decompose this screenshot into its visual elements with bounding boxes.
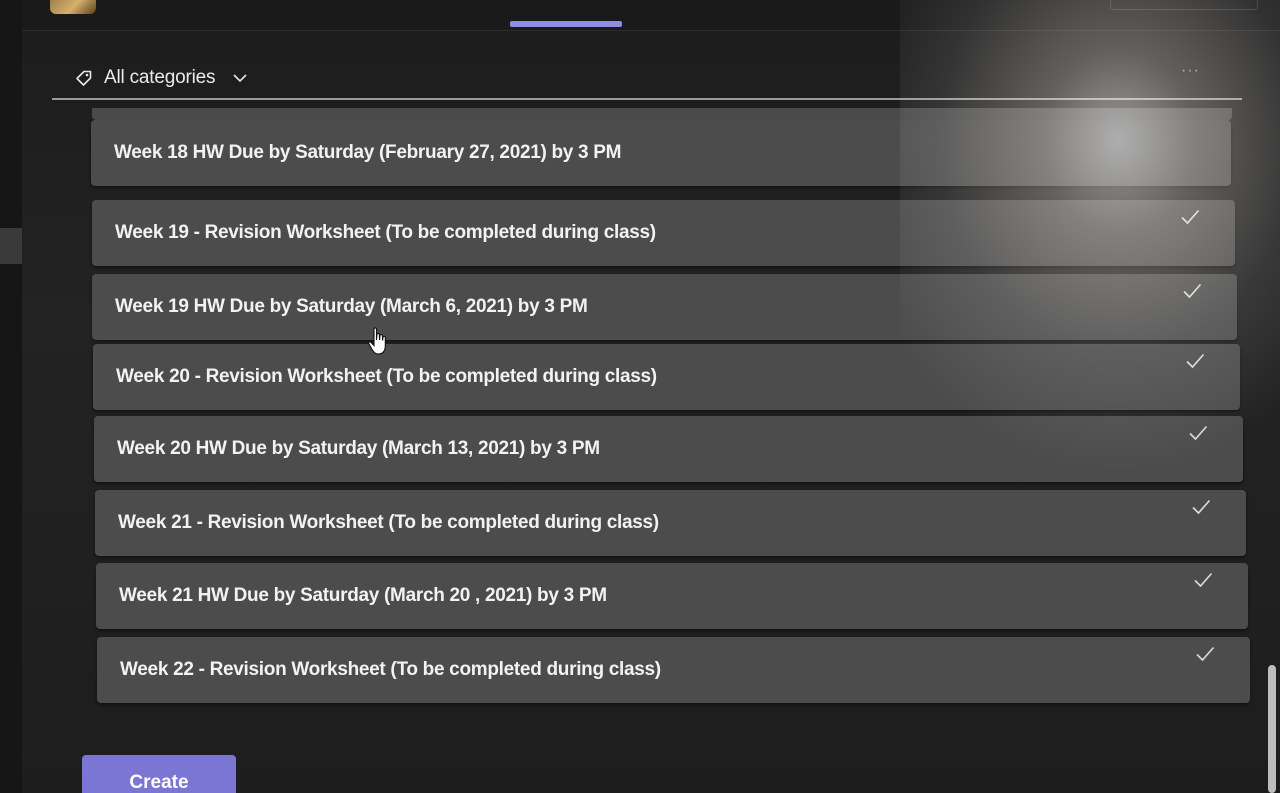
previous-assignment-card-edge (92, 108, 1232, 120)
assignment-card[interactable]: Week 22 - Revision Worksheet (To be comp… (97, 637, 1250, 703)
assignment-card[interactable]: Week 21 - Revision Worksheet (To be comp… (95, 490, 1246, 556)
category-filter-dropdown[interactable]: All categories (104, 67, 215, 89)
checkmark-icon (1192, 499, 1211, 515)
more-options-icon[interactable]: ··· (1181, 62, 1200, 80)
checkmark-icon (1189, 425, 1208, 441)
assignment-card[interactable]: Week 19 - Revision Worksheet (To be comp… (92, 200, 1235, 266)
assignment-title: Week 20 HW Due by Saturday (March 13, 20… (117, 438, 600, 459)
assignment-title: Week 19 - Revision Worksheet (To be comp… (115, 222, 656, 243)
checkmark-icon (1181, 209, 1200, 225)
checkmark-icon (1186, 353, 1205, 369)
avatar[interactable] (50, 0, 96, 14)
checkmark-icon (1183, 283, 1202, 299)
top-right-control[interactable] (1110, 0, 1258, 10)
assignment-card[interactable]: Week 18 HW Due by Saturday (February 27,… (91, 120, 1231, 186)
create-button[interactable]: Create (82, 755, 236, 793)
assignment-title: Week 21 HW Due by Saturday (March 20 , 2… (119, 585, 607, 606)
assignment-card[interactable]: Week 20 - Revision Worksheet (To be comp… (93, 344, 1240, 410)
assignment-card[interactable]: Week 21 HW Due by Saturday (March 20 , 2… (96, 563, 1248, 629)
assignment-title: Week 22 - Revision Worksheet (To be comp… (120, 659, 661, 680)
tag-icon (76, 70, 92, 86)
assignment-title: Week 18 HW Due by Saturday (February 27,… (114, 142, 622, 163)
assignment-list: Week 18 HW Due by Saturday (February 27,… (0, 100, 1280, 720)
checkmark-icon (1194, 572, 1213, 588)
assignment-title: Week 20 - Revision Worksheet (To be comp… (116, 366, 657, 387)
active-tab-indicator (510, 21, 622, 27)
chevron-down-icon[interactable] (232, 70, 248, 86)
assignments-app: All categories ··· Week 18 HW Due by Sat… (0, 0, 1280, 793)
assignment-card[interactable]: Week 19 HW Due by Saturday (March 6, 202… (92, 274, 1237, 340)
assignment-title: Week 19 HW Due by Saturday (March 6, 202… (115, 296, 588, 317)
assignment-title: Week 21 - Revision Worksheet (To be comp… (118, 512, 659, 533)
top-bar (22, 0, 1280, 31)
checkmark-icon (1196, 646, 1215, 662)
assignment-card[interactable]: Week 20 HW Due by Saturday (March 13, 20… (94, 416, 1243, 482)
vertical-scrollbar[interactable] (1268, 665, 1276, 793)
hand-cursor-icon (368, 327, 386, 355)
category-filter-bar: All categories ··· (52, 58, 1242, 100)
